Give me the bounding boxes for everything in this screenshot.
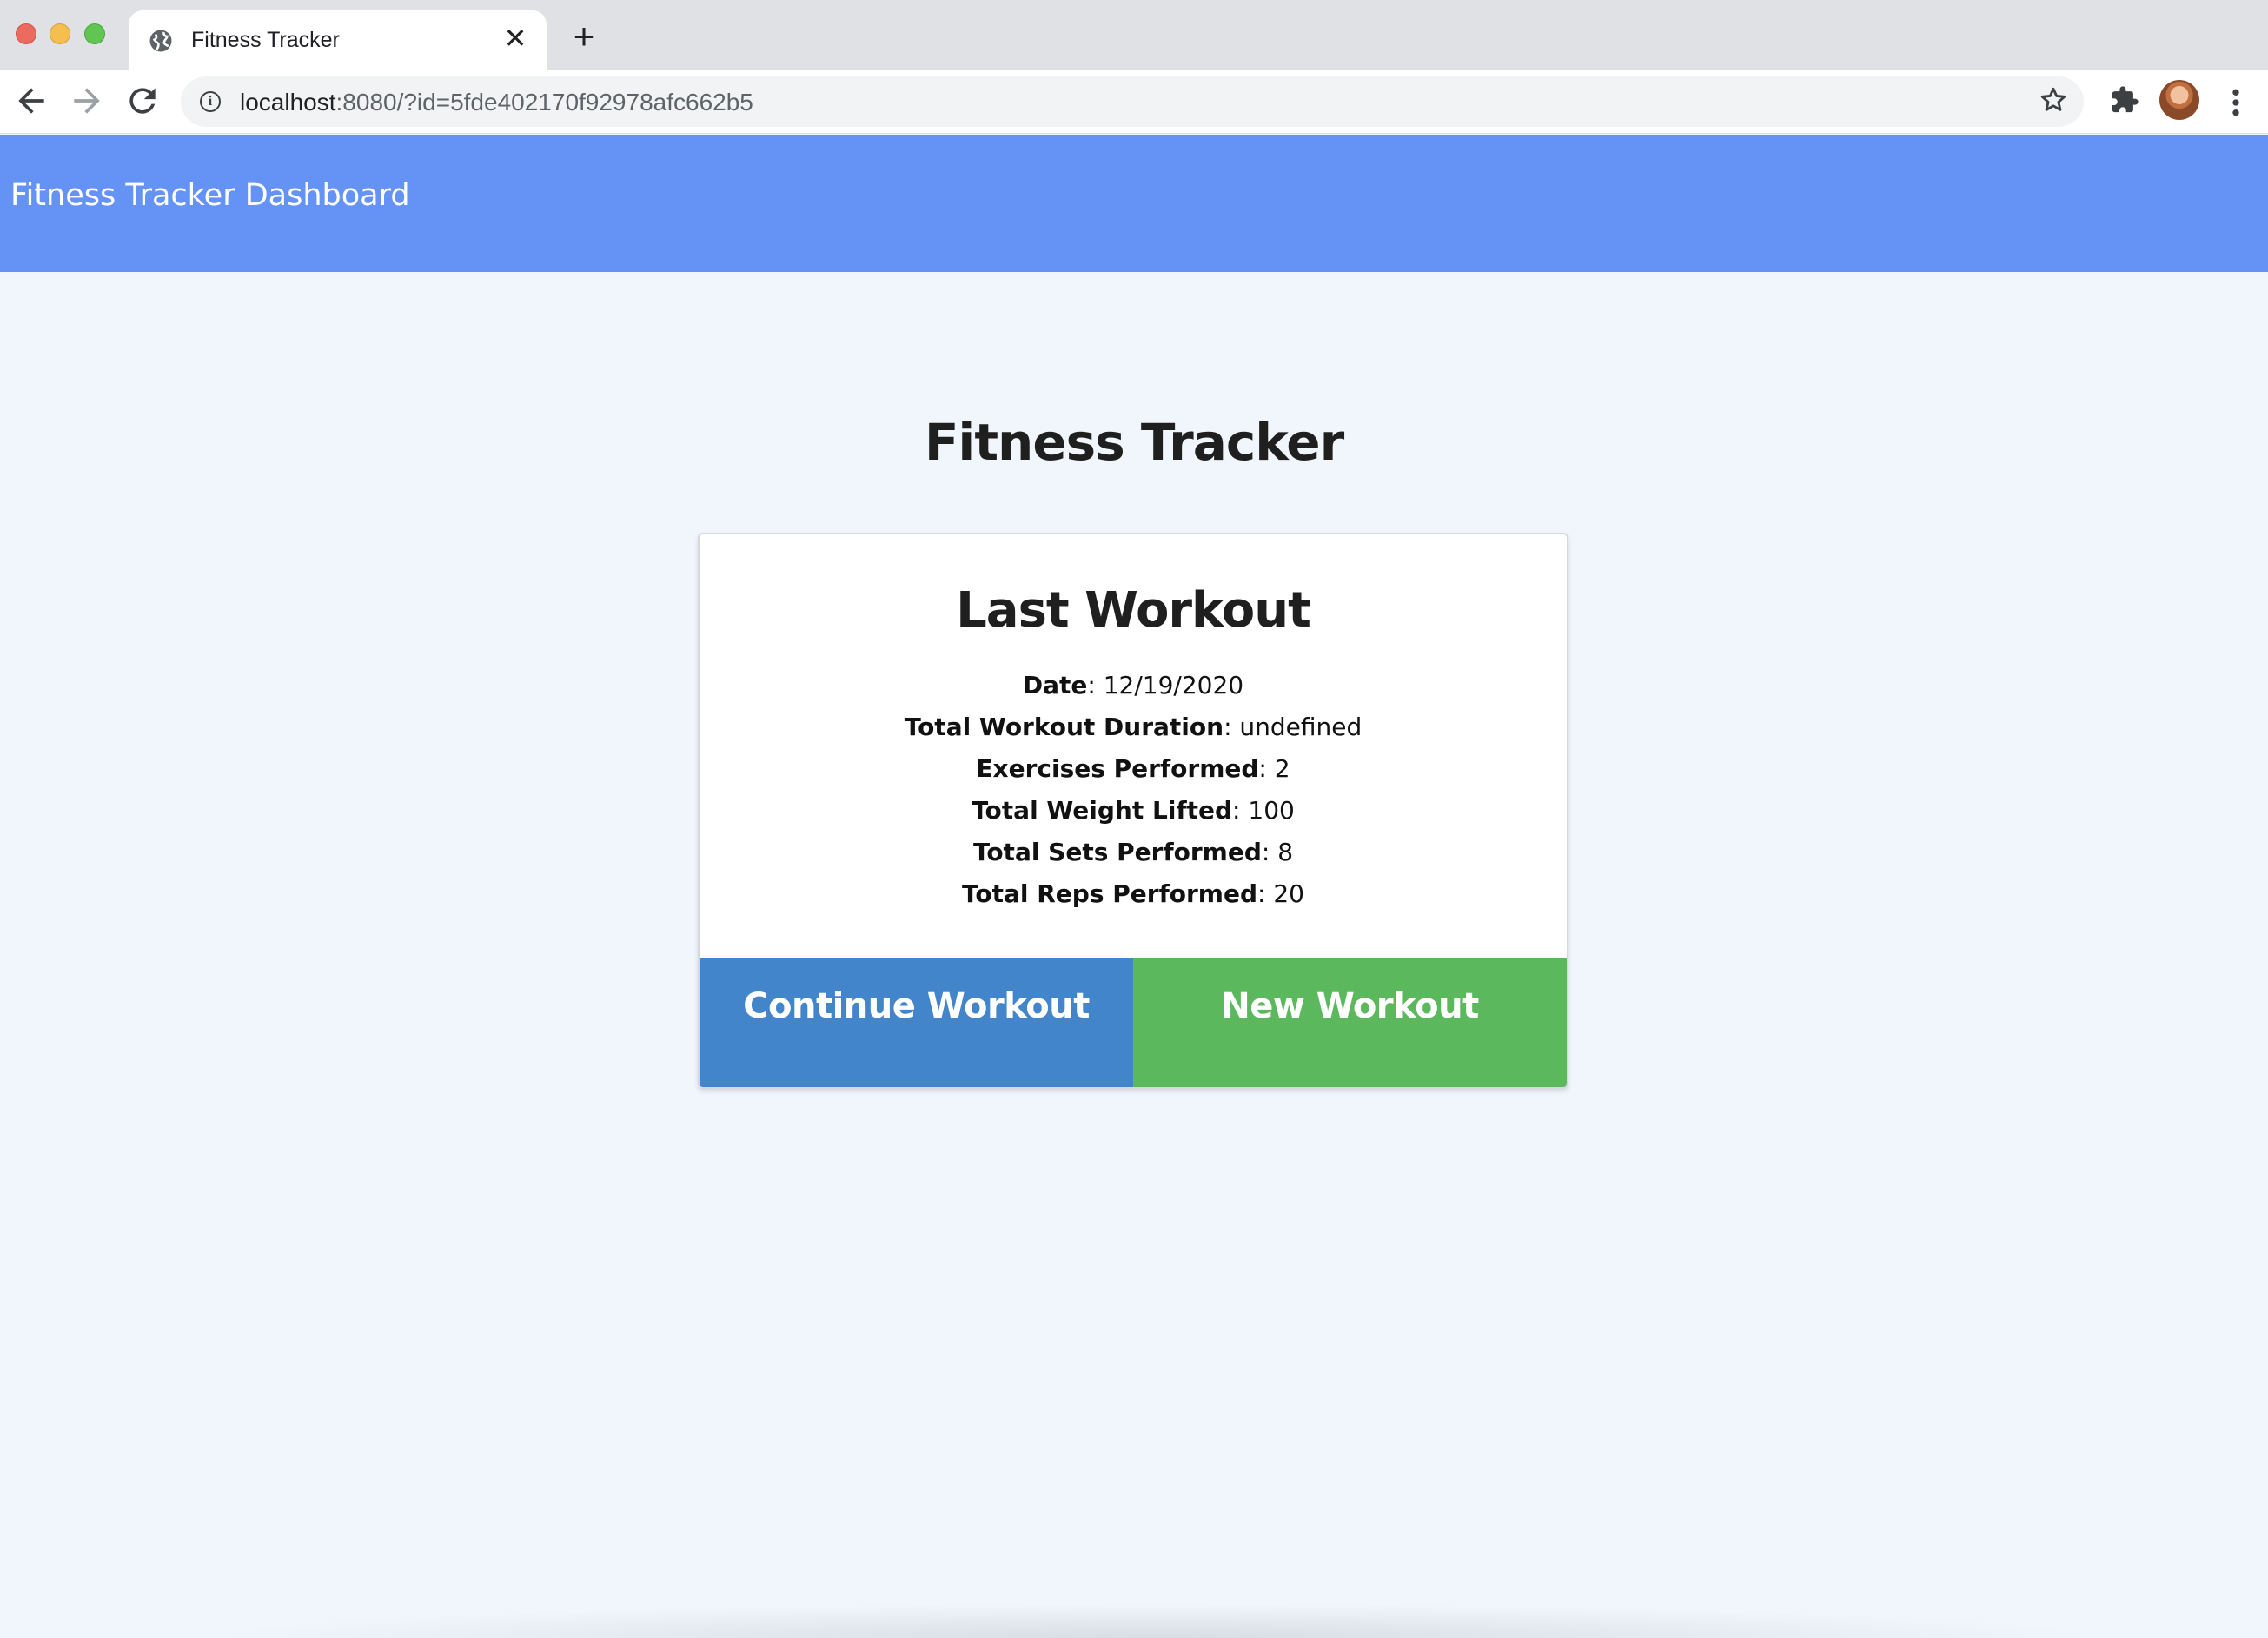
browser-tab[interactable]: Fitness Tracker ✕ bbox=[129, 10, 547, 70]
browser-tabstrip: Fitness Tracker ✕ + bbox=[0, 0, 2268, 70]
star-icon[interactable] bbox=[2039, 85, 2068, 122]
tab-close-icon[interactable]: ✕ bbox=[500, 23, 531, 54]
stat-value: : 2 bbox=[1258, 754, 1290, 783]
globe-icon bbox=[149, 30, 172, 52]
close-window-button[interactable] bbox=[16, 23, 36, 44]
stat-sets: Total Sets Performed: 8 bbox=[700, 832, 1567, 873]
url-host: localhost bbox=[240, 89, 336, 116]
address-bar[interactable]: i localhost:8080/?id=5fde402170f92978afc… bbox=[181, 76, 2084, 127]
page-content: Fitness Tracker Dashboard Fitness Tracke… bbox=[0, 135, 2268, 1638]
page-title: Fitness Tracker bbox=[924, 413, 1344, 472]
stat-label: Exercises Performed bbox=[976, 754, 1259, 783]
stat-value: : 12/19/2020 bbox=[1087, 671, 1244, 700]
navbar-brand-link[interactable]: Fitness Tracker Dashboard bbox=[10, 178, 410, 213]
kebab-menu-icon[interactable] bbox=[2225, 85, 2247, 120]
last-workout-card: Last Workout Date: 12/19/2020 Total Work… bbox=[698, 533, 1568, 1089]
stat-value: : undefined bbox=[1224, 713, 1363, 741]
stat-label: Total Workout Duration bbox=[904, 713, 1224, 741]
new-tab-button[interactable]: + bbox=[567, 18, 601, 55]
stat-label: Total Sets Performed bbox=[972, 838, 1262, 866]
stat-value: : 100 bbox=[1232, 796, 1295, 825]
stat-label: Total Reps Performed bbox=[962, 879, 1258, 908]
url-path: :8080/?id=5fde402170f92978afc662b5 bbox=[335, 89, 753, 116]
minimize-window-button[interactable] bbox=[50, 23, 70, 44]
stat-date: Date: 12/19/2020 bbox=[700, 665, 1567, 706]
profile-avatar[interactable] bbox=[2159, 80, 2199, 120]
stat-exercises: Exercises Performed: 2 bbox=[700, 748, 1567, 790]
info-icon[interactable]: i bbox=[200, 91, 221, 112]
url-text[interactable]: localhost:8080/?id=5fde402170f92978afc66… bbox=[240, 89, 753, 116]
stat-label: Date bbox=[1022, 671, 1088, 700]
workout-stats: Date: 12/19/2020 Total Workout Duration:… bbox=[700, 665, 1567, 915]
stat-duration: Total Workout Duration: undefined bbox=[700, 706, 1567, 748]
navbar: Fitness Tracker Dashboard bbox=[0, 135, 2268, 272]
bottom-shadow bbox=[200, 1603, 2112, 1638]
maximize-window-button[interactable] bbox=[84, 23, 105, 44]
stat-label: Total Weight Lifted bbox=[972, 796, 1233, 825]
stat-weight: Total Weight Lifted: 100 bbox=[700, 790, 1567, 832]
back-arrow-icon[interactable] bbox=[12, 82, 50, 120]
stat-reps: Total Reps Performed: 20 bbox=[700, 873, 1567, 915]
stat-value: : 8 bbox=[1261, 838, 1294, 866]
forward-arrow-icon[interactable] bbox=[68, 82, 106, 120]
continue-workout-button[interactable]: Continue Workout bbox=[700, 958, 1133, 1087]
puzzle-icon[interactable] bbox=[2110, 85, 2139, 115]
card-title: Last Workout bbox=[956, 582, 1311, 639]
card-actions: Continue Workout New Workout bbox=[700, 958, 1567, 1087]
stat-value: : 20 bbox=[1257, 879, 1304, 908]
browser-toolbar: i localhost:8080/?id=5fde402170f92978afc… bbox=[0, 70, 2268, 134]
new-workout-button[interactable]: New Workout bbox=[1133, 958, 1567, 1087]
reload-icon[interactable] bbox=[123, 82, 162, 120]
tab-title: Fitness Tracker bbox=[191, 28, 340, 52]
